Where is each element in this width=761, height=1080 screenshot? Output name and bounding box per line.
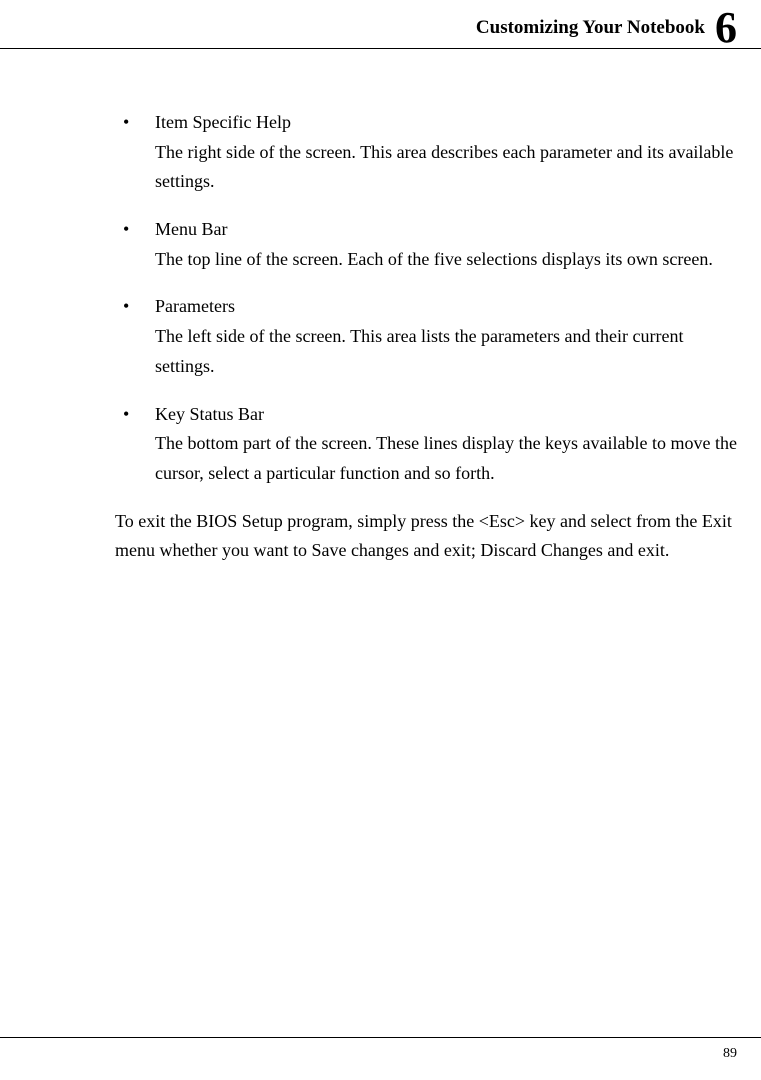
page-number: 89 [723,1046,737,1062]
list-item: Key Status Bar The bottom part of the sc… [115,400,737,489]
exit-paragraph: To exit the BIOS Setup program, simply p… [115,507,737,566]
item-description: The left side of the screen. This area l… [155,322,737,381]
header-rule [0,48,761,49]
page-header: Customizing Your Notebook 6 [476,12,737,47]
item-title: Key Status Bar [155,400,737,430]
item-description: The bottom part of the screen. These lin… [155,429,737,488]
list-item: Item Specific Help The right side of the… [115,108,737,197]
item-description: The top line of the screen. Each of the … [155,245,737,275]
footer-rule [0,1037,761,1038]
list-item: Parameters The left side of the screen. … [115,292,737,381]
item-title: Parameters [155,292,737,322]
page-content: Item Specific Help The right side of the… [115,108,737,566]
item-description: The right side of the screen. This area … [155,138,737,197]
item-title: Menu Bar [155,215,737,245]
bullet-list: Item Specific Help The right side of the… [115,108,737,489]
header-title: Customizing Your Notebook [476,17,705,39]
item-title: Item Specific Help [155,108,737,138]
list-item: Menu Bar The top line of the screen. Eac… [115,215,737,274]
chapter-number: 6 [715,10,737,45]
